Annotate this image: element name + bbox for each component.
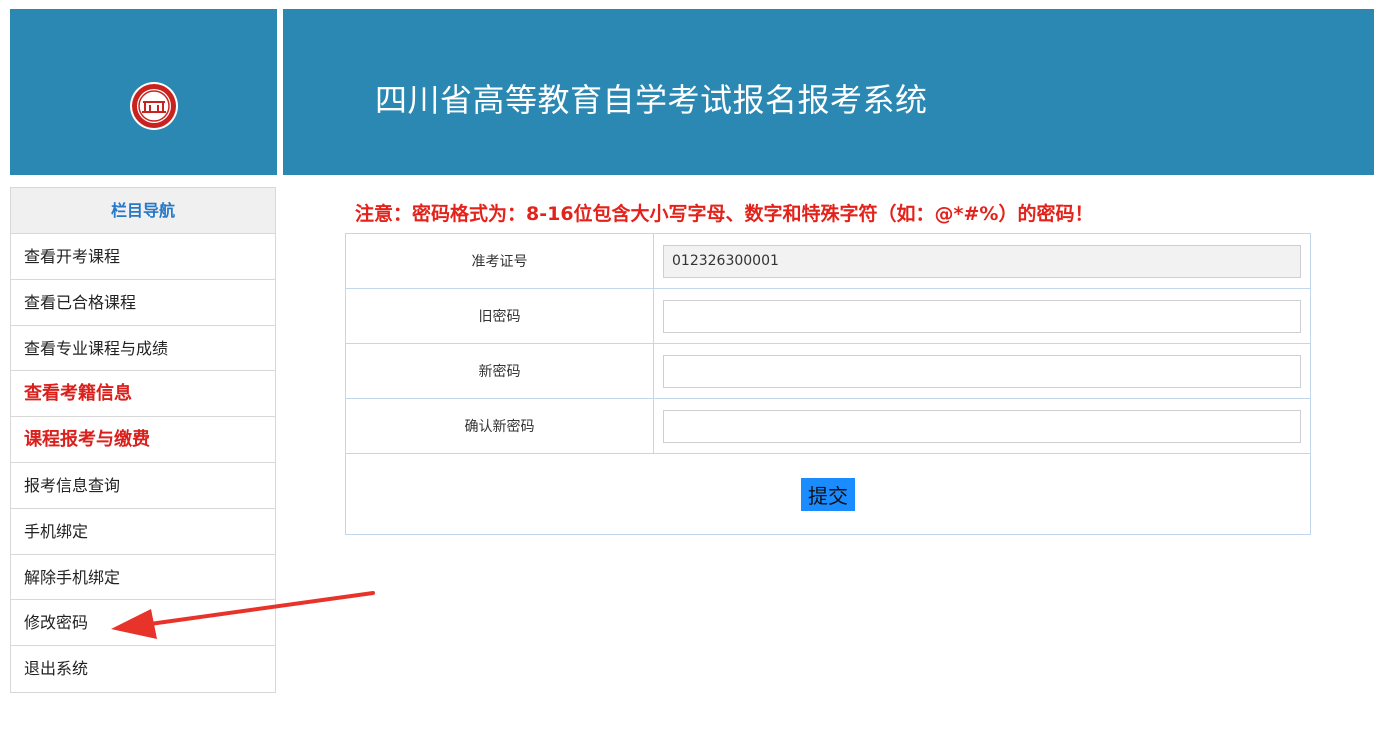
- exam-id-cell: [653, 233, 1311, 289]
- change-password-form: 准考证号 旧密码 新密码 确认新密码 提交: [345, 233, 1311, 535]
- old-password-label: 旧密码: [345, 288, 654, 344]
- school-seal-icon: [130, 82, 178, 130]
- page: 四川省高等教育自学考试报名报考系统 栏目导航 查看开考课程 查看已合格课程 查看…: [0, 0, 1383, 730]
- sidebar-item-bind-phone[interactable]: 手机绑定: [11, 509, 275, 555]
- logo-panel: [10, 9, 277, 175]
- title-banner: 四川省高等教育自学考试报名报考系统: [283, 9, 1374, 175]
- sidebar-item-major-courses-scores[interactable]: 查看专业课程与成绩: [11, 326, 275, 372]
- sidebar-item-open-courses[interactable]: 查看开考课程: [11, 234, 275, 280]
- sidebar-item-course-registration-payment[interactable]: 课程报考与缴费: [11, 417, 275, 463]
- form-row-submit: 提交: [345, 453, 1311, 535]
- sidebar-header: 栏目导航: [11, 188, 275, 234]
- new-password-label: 新密码: [345, 343, 654, 399]
- new-password-cell: [653, 343, 1311, 399]
- form-row-confirm-password: 确认新密码: [345, 398, 1311, 454]
- form-row-exam-id: 准考证号: [345, 233, 1311, 289]
- confirm-password-cell: [653, 398, 1311, 454]
- confirm-password-label: 确认新密码: [345, 398, 654, 454]
- old-password-cell: [653, 288, 1311, 344]
- red-arrow-icon: [111, 591, 375, 639]
- old-password-input[interactable]: [663, 299, 1301, 333]
- submit-cell: 提交: [345, 453, 1311, 535]
- sidebar-item-passed-courses[interactable]: 查看已合格课程: [11, 280, 275, 326]
- exam-id-field: [663, 244, 1301, 278]
- password-format-notice: 注意：密码格式为：8-16位包含大小写字母、数字和特殊字符（如：@*#%）的密码…: [355, 203, 1094, 225]
- submit-button[interactable]: 提交: [801, 477, 855, 511]
- sidebar-item-registration-query[interactable]: 报考信息查询: [11, 463, 275, 509]
- form-row-new-password: 新密码: [345, 343, 1311, 399]
- exam-id-label: 准考证号: [345, 233, 654, 289]
- confirm-password-input[interactable]: [663, 409, 1301, 443]
- sidebar-item-registration-info[interactable]: 查看考籍信息: [11, 371, 275, 418]
- new-password-input[interactable]: [663, 354, 1301, 388]
- form-row-old-password: 旧密码: [345, 288, 1311, 344]
- system-title: 四川省高等教育自学考试报名报考系统: [375, 81, 928, 119]
